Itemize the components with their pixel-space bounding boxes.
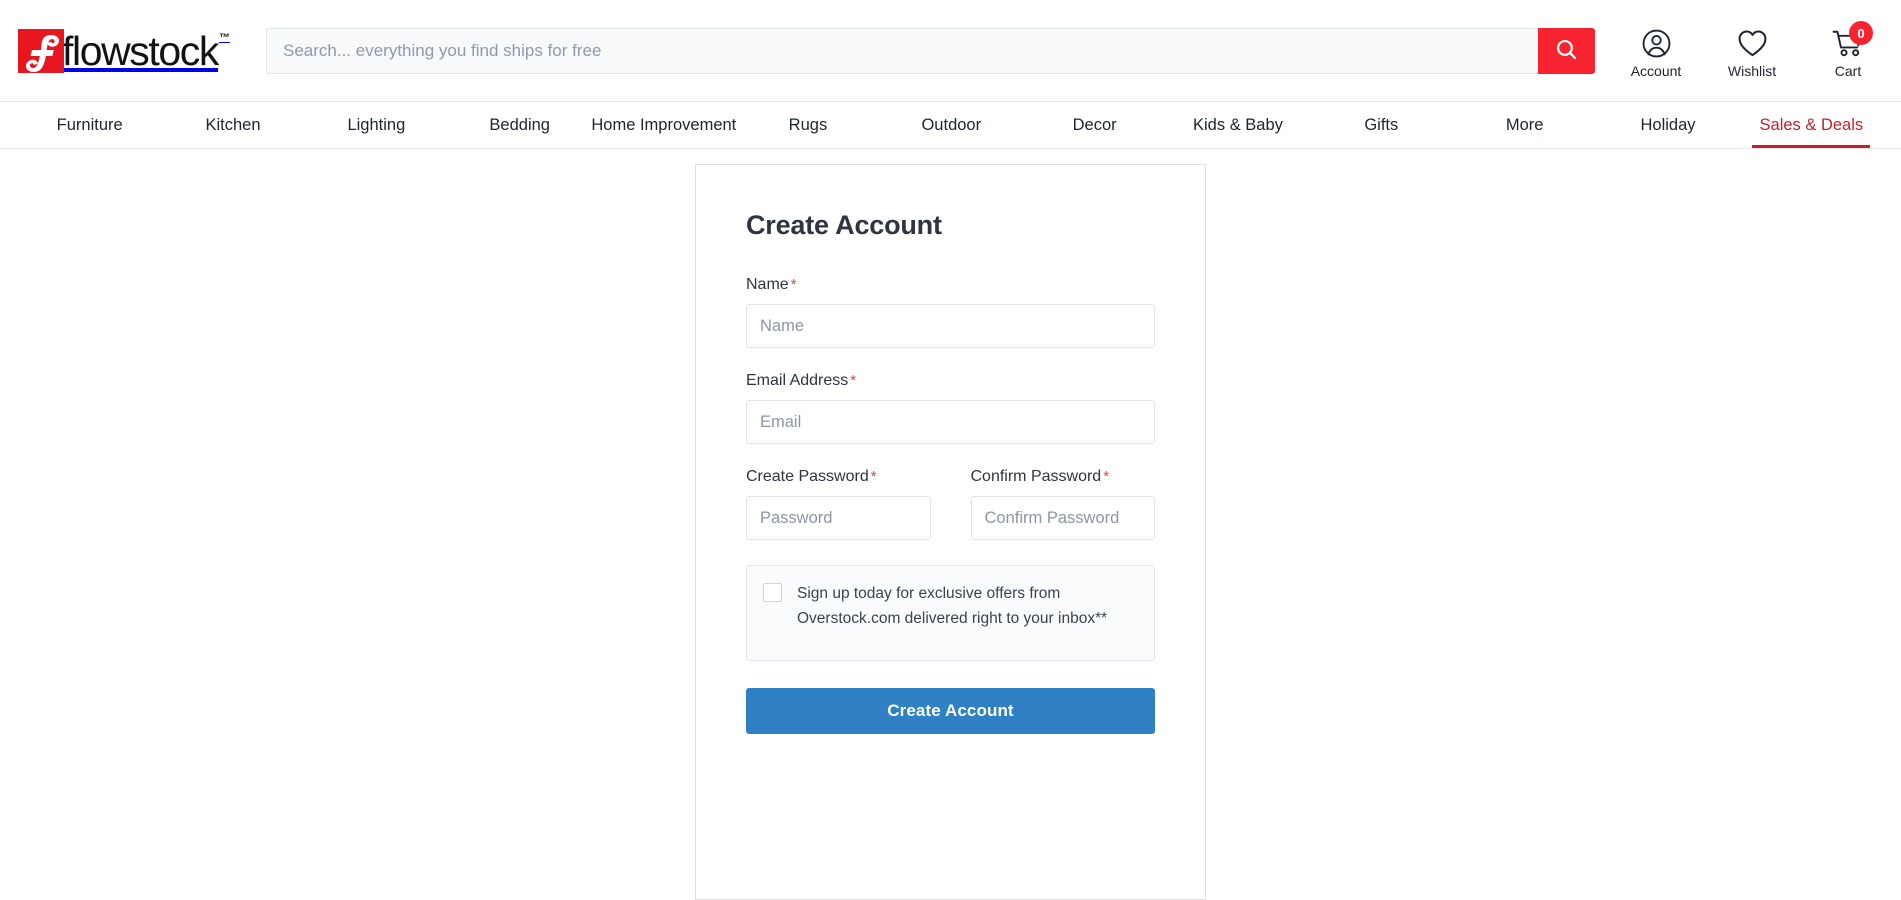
- nav-item-sales-and-deals[interactable]: Sales & Deals: [1740, 102, 1883, 148]
- nav-label: Sales & Deals: [1759, 115, 1864, 134]
- create-password-column: Create Password *: [746, 467, 931, 540]
- password-row: Create Password * Confirm Password *: [746, 467, 1155, 540]
- required-asterisk: *: [790, 276, 797, 293]
- email-label: Email Address *: [746, 371, 1155, 391]
- nav-item-bedding[interactable]: Bedding: [448, 102, 591, 148]
- create-password-label: Create Password *: [746, 467, 931, 487]
- wishlist-label: Wishlist: [1727, 63, 1777, 79]
- marketing-optin-checkbox[interactable]: [763, 583, 782, 602]
- logo-mark-icon: [18, 28, 64, 73]
- create-account-card: Create Account Name* Email Address* Crea…: [695, 164, 1206, 900]
- marketing-optin-box[interactable]: Sign up today for exclusive offers from …: [746, 565, 1155, 661]
- nav-label: Kids & Baby: [1193, 115, 1283, 134]
- wishlist-button[interactable]: Wishlist: [1721, 26, 1783, 79]
- cart-label: Cart: [1834, 63, 1862, 79]
- nav-item-kitchen[interactable]: Kitchen: [161, 102, 304, 148]
- create-password-label-text: Create Password: [746, 468, 869, 485]
- name-label: Name *: [746, 275, 1155, 295]
- nav-label: Decor: [1072, 115, 1117, 134]
- nav-label: Holiday: [1640, 115, 1696, 134]
- nav-label: Furniture: [56, 115, 123, 134]
- logo-wordmark: flowstock: [62, 27, 219, 74]
- confirm-password-input[interactable]: [970, 496, 1155, 540]
- marketing-optin-text: Sign up today for exclusive offers from …: [797, 585, 1108, 627]
- nav-label: Kitchen: [205, 115, 261, 134]
- nav-label: Gifts: [1364, 115, 1399, 134]
- nav-label: Bedding: [489, 115, 550, 134]
- brand-logo: flowstock ™: [18, 27, 231, 74]
- cart-button[interactable]: 0 Cart: [1817, 21, 1879, 79]
- nav-item-kids-and-baby[interactable]: Kids & Baby: [1166, 102, 1309, 148]
- search-button[interactable]: [1538, 27, 1595, 74]
- name-field-group: Name *: [746, 275, 1155, 348]
- nav-item-decor[interactable]: Decor: [1023, 102, 1166, 148]
- required-asterisk: *: [870, 468, 877, 485]
- main-content: Create Account Name* Email Address* Crea…: [0, 149, 1901, 900]
- nav-label: Rugs: [788, 115, 828, 134]
- confirm-password-field-group: Confirm Password *: [970, 467, 1156, 540]
- page-title: Create Account: [746, 210, 942, 240]
- email-field-group: Email Address *: [746, 371, 1155, 444]
- cart-count-badge: 0: [1849, 21, 1873, 45]
- create-account-button[interactable]: Create Account: [746, 688, 1155, 734]
- name-label-text: Name: [746, 276, 789, 293]
- account-icon: [1641, 26, 1672, 60]
- email-label-text: Email Address: [746, 372, 849, 389]
- email-input[interactable]: [746, 400, 1155, 444]
- logo-link[interactable]: flowstock ™: [18, 0, 266, 101]
- heart-icon: [1737, 26, 1768, 60]
- nav-item-outdoor[interactable]: Outdoor: [880, 102, 1023, 148]
- nav-label: Home Improvement: [591, 115, 737, 134]
- nav-item-more[interactable]: More: [1453, 102, 1596, 148]
- site-header: flowstock ™ Account: [0, 0, 1901, 101]
- nav-item-gifts[interactable]: Gifts: [1310, 102, 1453, 148]
- nav-label: Outdoor: [921, 115, 982, 134]
- nav-item-home-improvement[interactable]: Home Improvement: [591, 102, 736, 148]
- nav-item-holiday[interactable]: Holiday: [1596, 102, 1739, 148]
- account-button[interactable]: Account: [1625, 26, 1687, 79]
- account-label: Account: [1630, 63, 1682, 79]
- nav-item-lighting[interactable]: Lighting: [305, 102, 448, 148]
- header-actions: Account Wishlist 0 Cart: [1625, 21, 1879, 79]
- search-icon: [1554, 37, 1579, 65]
- required-asterisk: *: [1103, 468, 1110, 485]
- confirm-password-label: Confirm Password *: [971, 467, 1156, 487]
- required-asterisk: *: [850, 372, 857, 389]
- confirm-password-label-text: Confirm Password: [970, 468, 1102, 485]
- search-bar: [266, 27, 1595, 74]
- confirm-password-column: Confirm Password *: [970, 467, 1156, 540]
- search-input[interactable]: [266, 27, 1538, 74]
- nav-label: More: [1505, 115, 1544, 134]
- primary-nav: Furniture Kitchen Lighting Bedding Home …: [0, 101, 1901, 149]
- logo-trademark-icon: ™: [219, 31, 231, 44]
- nav-item-furniture[interactable]: Furniture: [18, 102, 161, 148]
- create-password-input[interactable]: [746, 496, 931, 540]
- nav-label: Lighting: [347, 115, 406, 134]
- create-password-field-group: Create Password *: [746, 467, 931, 540]
- name-input[interactable]: [746, 304, 1155, 348]
- nav-item-rugs[interactable]: Rugs: [736, 102, 879, 148]
